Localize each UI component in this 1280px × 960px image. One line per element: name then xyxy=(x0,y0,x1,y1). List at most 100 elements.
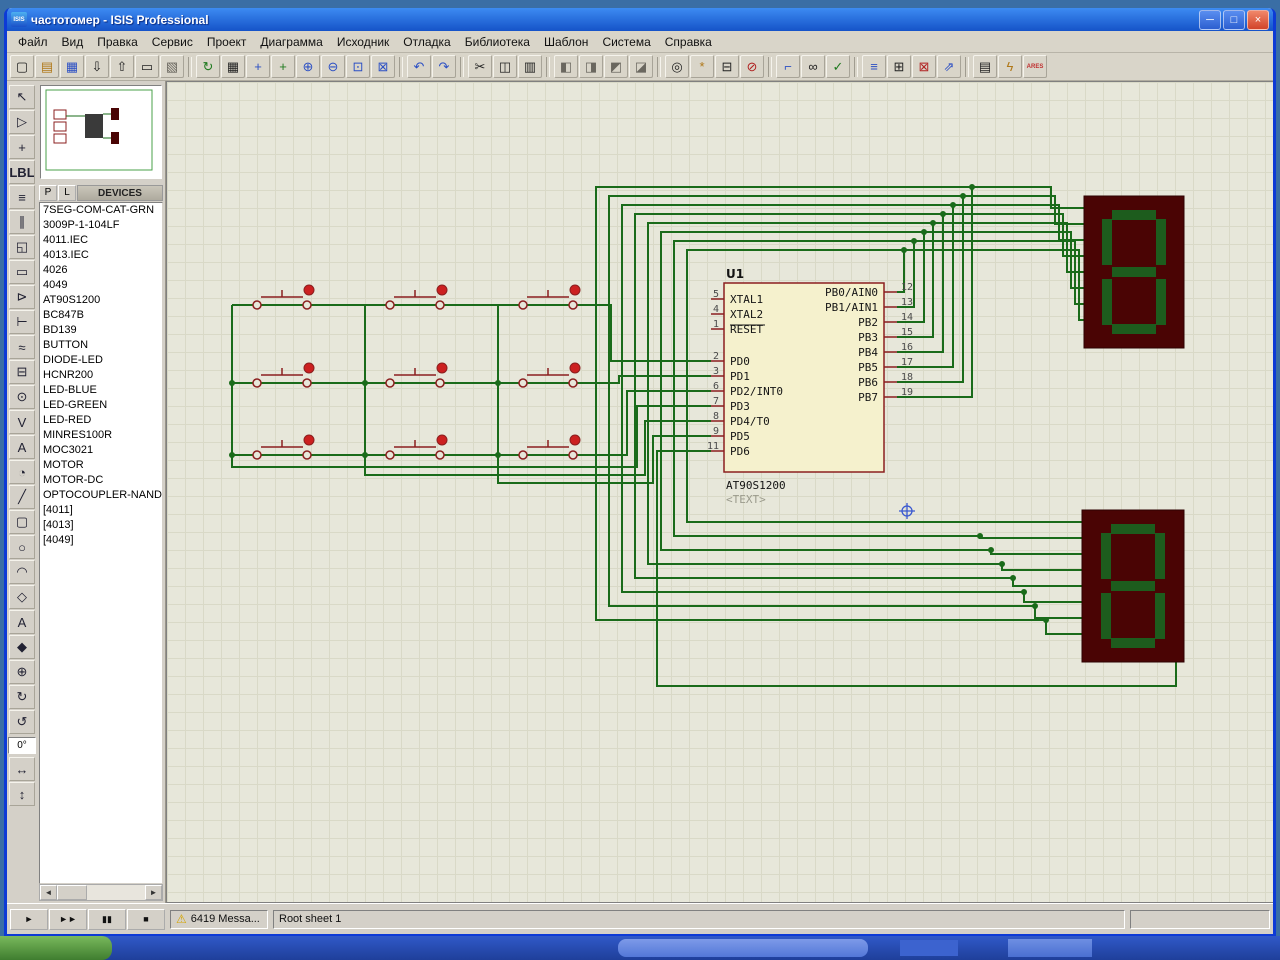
scroll-track[interactable] xyxy=(57,885,145,900)
redraw-icon[interactable]: ↻ xyxy=(196,55,220,78)
bill-of-materials-icon[interactable]: ▤ xyxy=(973,55,997,78)
2d-path-icon[interactable]: ◇ xyxy=(9,585,35,609)
start-button[interactable] xyxy=(0,936,112,960)
toolbar-icon[interactable] xyxy=(399,57,403,77)
rotate-clockwise-icon[interactable]: ↻ xyxy=(9,685,35,709)
search-and-tag-icon[interactable]: ∞ xyxy=(801,55,825,78)
wire-autorouter-icon[interactable]: ⌐ xyxy=(776,55,800,78)
menu-item[interactable]: Система xyxy=(595,33,657,51)
false-origin-icon[interactable]: + xyxy=(246,55,270,78)
scroll-left-icon[interactable]: ◄ xyxy=(40,885,57,900)
scroll-thumb[interactable] xyxy=(57,885,87,900)
menu-item[interactable]: Отладка xyxy=(396,33,457,51)
export-section-icon[interactable]: ⇧ xyxy=(110,55,134,78)
menu-item[interactable]: Вид xyxy=(55,33,91,51)
goto-sheet-icon[interactable]: ⇗ xyxy=(937,55,961,78)
seven-segment-display-2[interactable] xyxy=(1082,510,1184,662)
device-list-item[interactable]: BD139 xyxy=(40,323,162,338)
taskbar-button[interactable] xyxy=(900,940,958,956)
zoom-area-icon[interactable]: ⊡ xyxy=(346,55,370,78)
netlist-to-ares-icon[interactable]: ARES xyxy=(1023,55,1047,78)
zoom-out-icon[interactable]: ⊖ xyxy=(321,55,345,78)
toolbar-icon[interactable] xyxy=(854,57,858,77)
block-move-icon[interactable]: ◨ xyxy=(579,55,603,78)
toolbar-icon[interactable] xyxy=(460,57,464,77)
device-list-item[interactable]: 4011.IEC xyxy=(40,233,162,248)
device-list-item[interactable]: 4013.IEC xyxy=(40,248,162,263)
rotate-anticlockwise-icon[interactable]: ↺ xyxy=(9,710,35,734)
mirror-vertical-icon[interactable]: ↕ xyxy=(9,782,35,806)
2d-text-icon[interactable]: A xyxy=(9,610,35,634)
new-sheet-icon[interactable]: ⊞ xyxy=(887,55,911,78)
device-pin-icon[interactable]: ⊢ xyxy=(9,310,35,334)
open-design-icon[interactable]: ▤ xyxy=(35,55,59,78)
toolbar-icon[interactable] xyxy=(188,57,192,77)
zoom-all-icon[interactable]: ⊠ xyxy=(371,55,395,78)
schematic-preview[interactable] xyxy=(40,85,162,179)
device-list-item[interactable]: LED-BLUE xyxy=(40,383,162,398)
block-copy-icon[interactable]: ◧ xyxy=(554,55,578,78)
import-section-icon[interactable]: ⇩ xyxy=(85,55,109,78)
virtual-instruments-icon[interactable]: ◔ xyxy=(9,460,35,484)
generator-mode-icon[interactable]: ⊙ xyxy=(9,385,35,409)
block-delete-icon[interactable]: ◪ xyxy=(629,55,653,78)
pause-button[interactable]: ▮▮ xyxy=(88,909,126,930)
device-list-item[interactable]: BUTTON xyxy=(40,338,162,353)
toolbar-icon[interactable] xyxy=(546,57,550,77)
library-button[interactable]: L xyxy=(58,185,76,201)
menu-item[interactable]: Проект xyxy=(200,33,254,51)
center-at-cursor-icon[interactable]: + xyxy=(271,55,295,78)
toolbar-icon[interactable] xyxy=(965,57,969,77)
current-probe-icon[interactable]: A xyxy=(9,435,35,459)
toolbar-icon[interactable] xyxy=(657,57,661,77)
device-list-item[interactable]: LED-RED xyxy=(40,413,162,428)
pick-devices-button[interactable]: P xyxy=(39,185,57,201)
2d-arc-icon[interactable]: ◠ xyxy=(9,560,35,584)
tape-recorder-icon[interactable]: ⊟ xyxy=(9,360,35,384)
scroll-right-icon[interactable]: ► xyxy=(145,885,162,900)
taskbar-window-button[interactable] xyxy=(618,939,868,957)
seven-segment-display-1[interactable] xyxy=(1084,196,1184,348)
selection-pointer-icon[interactable]: ↖ xyxy=(9,85,35,109)
menu-item[interactable]: Файл xyxy=(11,33,55,51)
device-list-item[interactable]: MOTOR xyxy=(40,458,162,473)
terminal-mode-icon[interactable]: ⊳ xyxy=(9,285,35,309)
marker-mode-icon[interactable]: ⊕ xyxy=(9,660,35,684)
minimize-button[interactable]: ─ xyxy=(1199,10,1221,30)
2d-circle-icon[interactable]: ○ xyxy=(9,535,35,559)
device-list-item[interactable]: AT90S1200 xyxy=(40,293,162,308)
device-list-item[interactable]: HCNR200 xyxy=(40,368,162,383)
menu-item[interactable]: Диаграмма xyxy=(253,33,329,51)
decompose-icon[interactable]: ⊘ xyxy=(740,55,764,78)
sheet-tab[interactable]: Root sheet 1 xyxy=(273,910,1125,929)
pick-device-icon[interactable]: ◎ xyxy=(665,55,689,78)
2d-box-icon[interactable]: ▢ xyxy=(9,510,35,534)
toolbar-icon[interactable] xyxy=(768,57,772,77)
graph-mode-icon[interactable]: ≈ xyxy=(9,335,35,359)
instant-edit-icon[interactable]: ▭ xyxy=(9,260,35,284)
text-script-icon[interactable]: ≡ xyxy=(9,185,35,209)
cut-icon[interactable]: ✂ xyxy=(468,55,492,78)
2d-symbol-icon[interactable]: ◆ xyxy=(9,635,35,659)
device-list-item[interactable]: MOC3021 xyxy=(40,443,162,458)
stop-button[interactable]: ■ xyxy=(127,909,165,930)
device-list-item[interactable]: 7SEG-COM-CAT-GRN xyxy=(40,203,162,218)
device-list-item[interactable]: [4011] xyxy=(40,503,162,518)
design-explorer-icon[interactable]: ≡ xyxy=(862,55,886,78)
menu-item[interactable]: Шаблон xyxy=(537,33,595,51)
device-list-item[interactable]: MINRES100R xyxy=(40,428,162,443)
redo-icon[interactable]: ↷ xyxy=(432,55,456,78)
new-design-icon[interactable]: ▢ xyxy=(10,55,34,78)
device-list-item[interactable]: DIODE-LED xyxy=(40,353,162,368)
maximize-button[interactable]: □ xyxy=(1223,10,1245,30)
menu-item[interactable]: Справка xyxy=(658,33,719,51)
subcircuit-icon[interactable]: ◱ xyxy=(9,235,35,259)
mark-output-area-icon[interactable]: ▧ xyxy=(160,55,184,78)
mirror-horizontal-icon[interactable]: ↔ xyxy=(9,757,35,781)
component-mode-icon[interactable]: ▷ xyxy=(9,110,35,134)
property-assignment-icon[interactable]: ✓ xyxy=(826,55,850,78)
device-list-item[interactable]: BC847B xyxy=(40,308,162,323)
voltage-probe-icon[interactable]: V xyxy=(9,410,35,434)
block-rotate-icon[interactable]: ◩ xyxy=(604,55,628,78)
schematic-canvas[interactable]: U1 AT90S1200 <TEXT> XTAL1 XTAL2 RESET PD… xyxy=(166,81,1273,903)
